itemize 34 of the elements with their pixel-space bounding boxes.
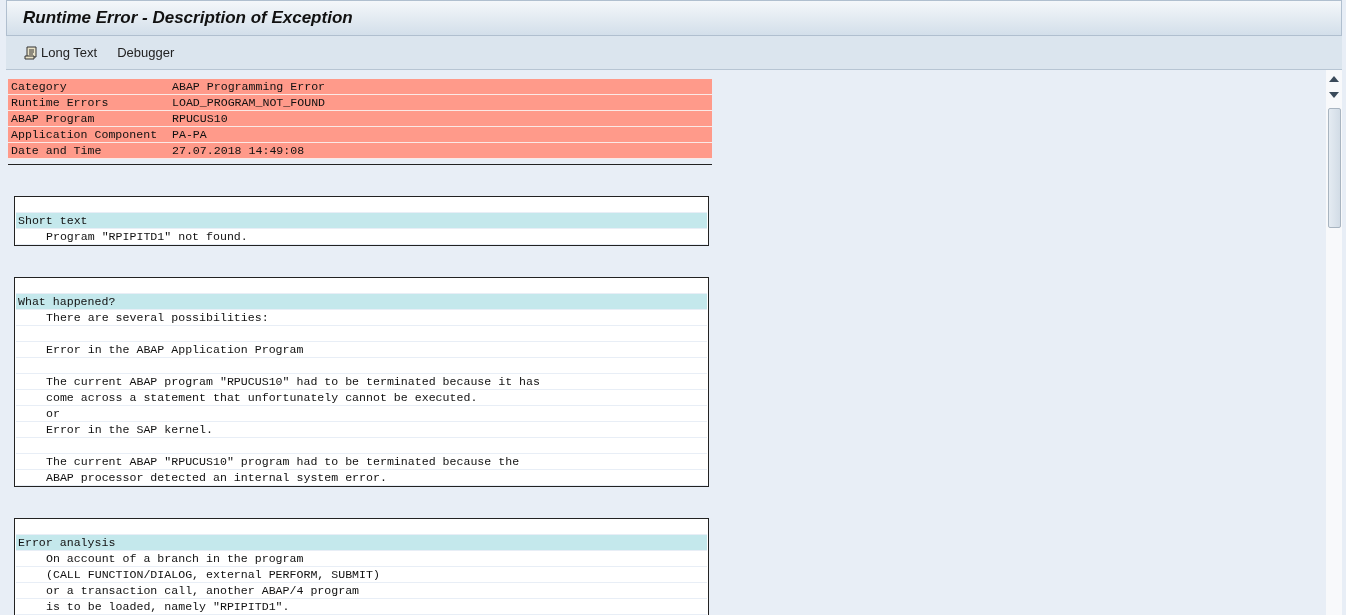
text-line: or a transaction call, another ABAP/4 program xyxy=(16,583,707,599)
info-value: LOAD_PROGRAM_NOT_FOUND xyxy=(172,95,326,110)
text-line: is to be loaded, namely "RPIPITD1". xyxy=(16,599,707,615)
info-value: ABAP Programming Error xyxy=(172,79,326,94)
info-label: Date and Time xyxy=(11,143,103,158)
text-line: The current ABAP program "RPUCUS10" had to be terminated because it has xyxy=(16,374,707,390)
text-line: There are several possibilities: xyxy=(16,310,707,326)
text-line: ABAP processor detected an internal system error. xyxy=(16,470,707,486)
text-line: or xyxy=(16,406,707,422)
info-value: 27.07.2018 14:49:08 xyxy=(172,143,305,158)
section-heading: What happened? xyxy=(16,294,707,310)
text-line: Program "RPIPITD1" not found. xyxy=(16,229,707,245)
text-line: come across a statement that unfortunately cannot be executed. xyxy=(16,390,707,406)
info-label: Category xyxy=(11,79,68,94)
section-heading: Error analysis xyxy=(16,535,707,551)
info-value: RPUCUS10 xyxy=(172,111,228,126)
text-line: Error in the SAP kernel. xyxy=(16,422,707,438)
info-value: PA-PA xyxy=(172,127,207,142)
info-label: Application Component xyxy=(11,127,159,142)
window-title: Runtime Error - Description of Exception xyxy=(23,8,353,28)
scroll-thumb[interactable] xyxy=(1327,108,1341,228)
info-label: ABAP Program xyxy=(11,111,96,126)
scroll-up-icon[interactable] xyxy=(1329,76,1339,82)
toolbar-button[interactable]: Debugger xyxy=(111,43,181,62)
text-line: (CALL FUNCTION/DIALOG, external PERFORM, SUBMIT) xyxy=(16,567,707,583)
toolbar-button[interactable]: Long Text xyxy=(18,43,104,62)
scroll-down-icon[interactable] xyxy=(1329,92,1339,98)
text-line: The current ABAP "RPUCUS10" program had to be terminated because the xyxy=(16,454,707,470)
scroll-icon xyxy=(24,45,38,60)
text-line: On account of a branch in the program xyxy=(16,551,707,567)
scrollbar[interactable] xyxy=(1326,70,1342,615)
section-heading: Short text xyxy=(16,213,707,229)
text-line: Error in the ABAP Application Program xyxy=(16,342,707,358)
info-label: Runtime Errors xyxy=(11,95,110,110)
